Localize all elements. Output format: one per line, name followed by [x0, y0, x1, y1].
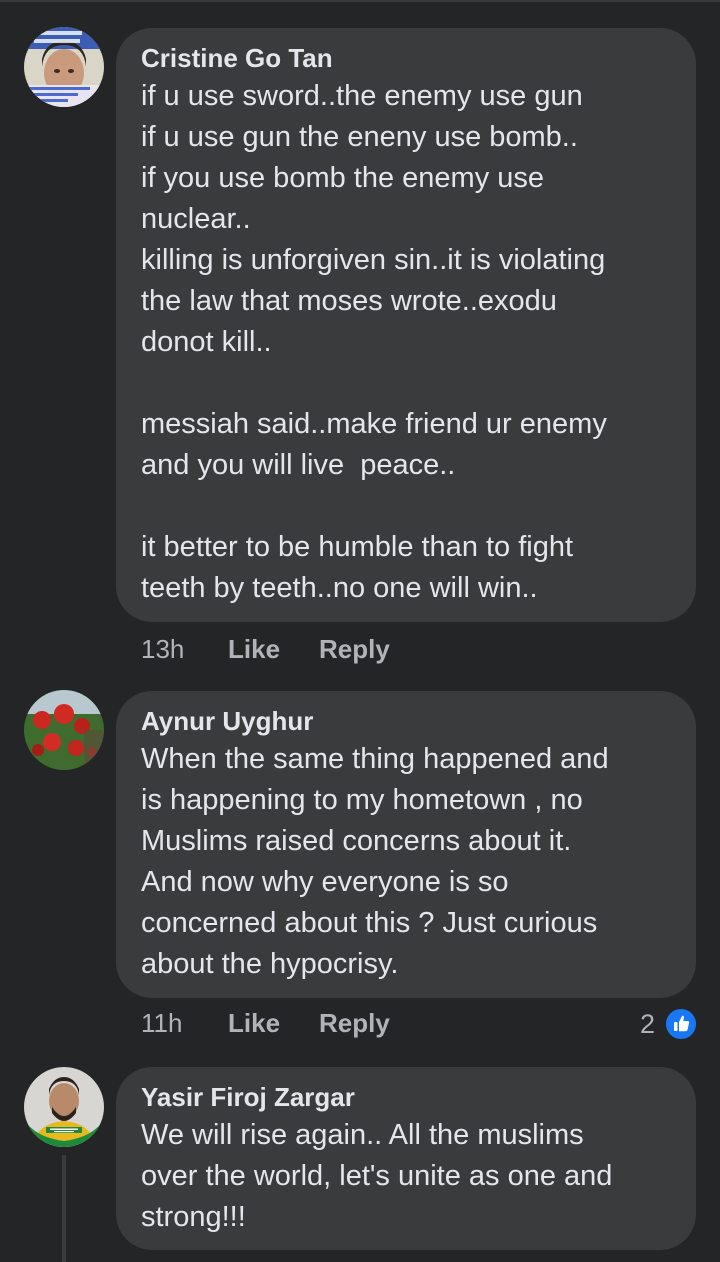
comment-bubble[interactable]: Cristine Go Tan if u use sword..the enem… [116, 28, 696, 622]
reaction-summary[interactable]: 2 [632, 1007, 698, 1043]
comment-text: We will rise again.. All the muslims ove… [141, 1119, 613, 1233]
avatar[interactable] [24, 690, 104, 770]
avatar[interactable] [24, 27, 104, 107]
avatar-image [24, 27, 104, 107]
reply-button[interactable]: Reply [319, 634, 390, 665]
reply-thread-line [62, 1155, 66, 1262]
comment-author[interactable]: Aynur Uyghur [141, 705, 670, 737]
comment-author[interactable]: Cristine Go Tan [141, 42, 670, 74]
like-button[interactable]: Like [228, 1008, 280, 1039]
thumbs-up-icon [664, 1007, 698, 1041]
comment-text: if u use sword..the enemy use gun if u u… [141, 80, 607, 604]
reply-button[interactable]: Reply [319, 1008, 390, 1039]
comment-bubble[interactable]: Yasir Firoj Zargar We will rise again.. … [116, 1067, 696, 1250]
avatar[interactable] [24, 1067, 104, 1147]
comment-author[interactable]: Yasir Firoj Zargar [141, 1081, 670, 1113]
comment-bubble[interactable]: Aynur Uyghur When the same thing happene… [116, 691, 696, 998]
divider [0, 0, 720, 2]
comment-time[interactable]: 13h [141, 634, 184, 665]
avatar-image [24, 690, 104, 770]
like-button[interactable]: Like [228, 634, 280, 665]
reaction-count: 2 [640, 1009, 656, 1039]
avatar-image [24, 1067, 104, 1147]
comment-text: When the same thing happened and is happ… [141, 743, 609, 980]
comments-page: Cristine Go Tan if u use sword..the enem… [0, 0, 720, 1262]
comment-time[interactable]: 11h [141, 1008, 182, 1039]
